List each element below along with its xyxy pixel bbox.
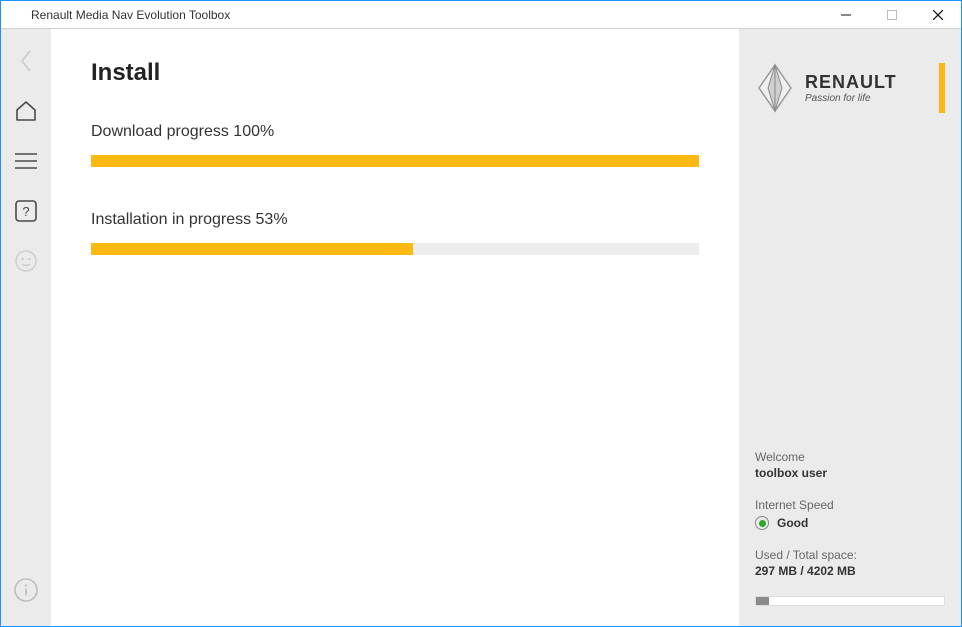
app-icon xyxy=(5,4,27,26)
install-progress-bar xyxy=(91,243,699,255)
close-button[interactable] xyxy=(915,1,961,29)
help-icon[interactable]: ? xyxy=(10,195,42,227)
download-progress-fill xyxy=(91,155,699,167)
main-content: Install Download progress 100% Installat… xyxy=(51,29,739,626)
right-panel: RENAULT Passion for life Welcome toolbox… xyxy=(739,29,961,626)
renault-diamond-icon xyxy=(755,63,795,113)
brand-tagline: Passion for life xyxy=(805,93,931,104)
svg-text:?: ? xyxy=(22,204,29,219)
space-value: 297 MB / 4202 MB xyxy=(755,564,945,578)
brand-accent-bar xyxy=(939,63,945,113)
face-icon[interactable] xyxy=(10,245,42,277)
info-icon[interactable] xyxy=(10,574,42,606)
speed-value: Good xyxy=(777,516,808,530)
sidebar: ? xyxy=(1,29,51,626)
username: toolbox user xyxy=(755,466,945,480)
back-icon[interactable] xyxy=(10,45,42,77)
titlebar: Renault Media Nav Evolution Toolbox xyxy=(1,1,961,29)
download-progress-bar xyxy=(91,155,699,167)
welcome-block: Welcome toolbox user xyxy=(755,450,945,480)
space-block: Used / Total space: 297 MB / 4202 MB xyxy=(755,548,945,578)
space-label: Used / Total space: xyxy=(755,548,945,562)
speed-block: Internet Speed Good xyxy=(755,498,945,530)
brand-name: RENAULT xyxy=(805,72,931,93)
maximize-button xyxy=(869,1,915,29)
install-progress-fill xyxy=(91,243,413,255)
home-icon[interactable] xyxy=(10,95,42,127)
window-title: Renault Media Nav Evolution Toolbox xyxy=(27,8,823,22)
brand-logo: RENAULT Passion for life xyxy=(755,63,945,113)
space-usage-fill xyxy=(756,597,769,605)
page-title: Install xyxy=(91,59,699,87)
install-progress-label: Installation in progress 53% xyxy=(91,211,699,229)
menu-icon[interactable] xyxy=(10,145,42,177)
status-dot-icon xyxy=(755,516,769,530)
speed-label: Internet Speed xyxy=(755,498,945,512)
space-usage-bar xyxy=(755,596,945,606)
download-progress-label: Download progress 100% xyxy=(91,123,699,141)
welcome-label: Welcome xyxy=(755,450,945,464)
minimize-button[interactable] xyxy=(823,1,869,29)
